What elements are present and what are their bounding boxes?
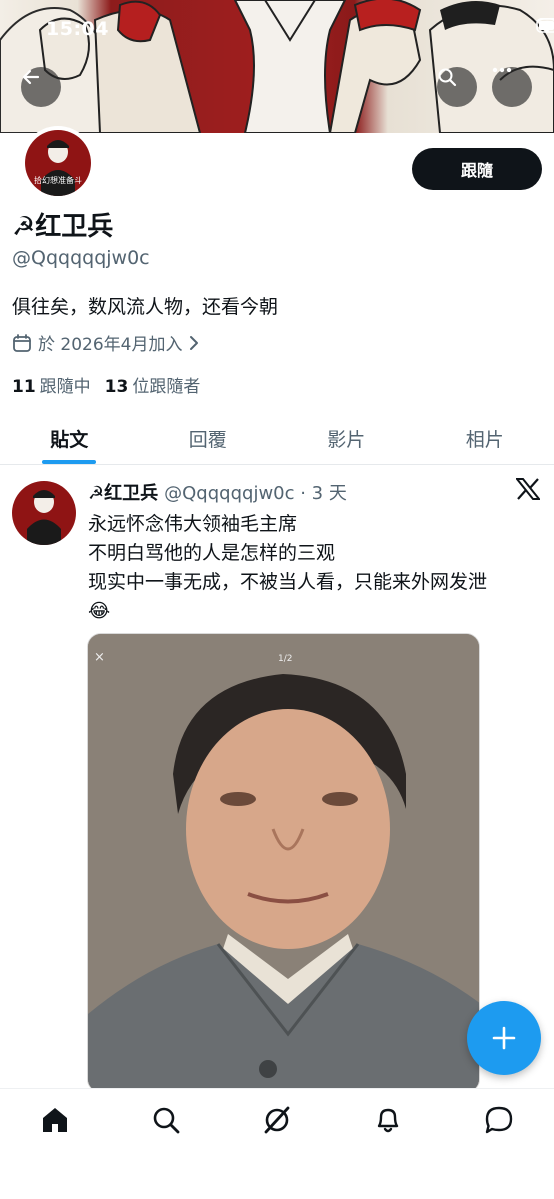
tab-label: 影片	[327, 428, 366, 451]
followers-count: 13	[104, 377, 129, 397]
post-line: 永远怀念伟大领袖毛主席	[88, 513, 298, 535]
nav-search[interactable]	[136, 1105, 196, 1145]
post-header: ☭红卫兵 @Qqqqqqjw0c · 3 天	[88, 479, 347, 505]
post-emoji: 😂	[88, 600, 111, 622]
portrait-photo	[88, 634, 479, 1092]
plus-icon	[492, 1026, 516, 1050]
profile-bio: 俱往矣，数风流人物，还看今朝	[12, 296, 279, 318]
post-image[interactable]: × 1/2	[87, 633, 480, 1093]
following-link[interactable]: 11 跟隨中	[12, 372, 91, 397]
nav-home[interactable]	[25, 1105, 85, 1145]
back-arrow-icon	[22, 69, 40, 85]
tab-label: 相片	[465, 428, 504, 451]
follow-button[interactable]: 跟隨	[412, 148, 542, 190]
nav-messages[interactable]	[469, 1105, 529, 1145]
active-tab-indicator	[42, 460, 97, 464]
bottom-navigation	[0, 1088, 554, 1199]
profile-avatar[interactable]: 拾幻想准备斗	[21, 126, 95, 200]
grok-icon	[264, 1106, 290, 1134]
joined-date[interactable]: 於 2026年4月加入	[12, 330, 200, 355]
post-line: 现实中一事无成，不被当人看，只能来外网发泄	[88, 571, 488, 593]
post-handle-time: @Qqqqqqjw0c · 3 天	[164, 483, 347, 504]
more-options-button[interactable]	[492, 67, 532, 107]
image-counter: 1/2	[278, 654, 293, 664]
following-count: 11	[12, 377, 36, 397]
joined-text: 於 2026年4月加入	[38, 335, 183, 355]
tab-photos[interactable]: 相片	[416, 412, 554, 464]
tab-replies[interactable]: 回覆	[139, 412, 278, 464]
tab-posts[interactable]: 貼文	[0, 412, 139, 464]
post-author-avatar[interactable]	[12, 481, 76, 545]
profile-tabs: 貼文 回覆 影片 相片	[0, 412, 554, 465]
search-icon	[438, 68, 457, 87]
home-icon	[43, 1108, 68, 1132]
calendar-icon	[13, 333, 31, 352]
compose-button[interactable]	[467, 1001, 541, 1075]
profile-display-name: ☭红卫兵	[12, 212, 114, 242]
search-icon	[153, 1107, 180, 1134]
battery-icon	[536, 18, 554, 33]
tab-videos[interactable]: 影片	[277, 412, 416, 464]
tab-label: 回覆	[188, 428, 227, 451]
profile-handle: @Qqqqqqjw0c	[12, 247, 150, 269]
avatar-portrait	[41, 140, 75, 196]
search-button[interactable]	[437, 67, 477, 107]
post-text: 永远怀念伟大领袖毛主席 不明白骂他的人是怎样的三观 现实中一事无成，不被当人看，…	[88, 510, 487, 626]
avatar-caption: 拾幻想准备斗	[34, 176, 82, 185]
messages-icon	[485, 1106, 512, 1134]
post-line: 不明白骂他的人是怎样的三观	[88, 542, 336, 564]
nav-notifications[interactable]	[358, 1105, 418, 1145]
more-dots-icon	[492, 67, 512, 73]
x-logo-icon	[516, 478, 540, 500]
nav-grok[interactable]	[247, 1105, 307, 1145]
profile-banner: 15:04	[0, 0, 554, 133]
tab-label: 貼文	[50, 428, 89, 451]
followers-link[interactable]: 13 位跟隨者	[105, 372, 201, 397]
post-author-name[interactable]: ☭红卫兵	[88, 479, 158, 505]
followers-label: 位跟隨者	[132, 377, 201, 397]
avatar-portrait	[27, 490, 61, 545]
chevron-right-icon	[190, 335, 199, 350]
avatar-image: 拾幻想准备斗	[25, 130, 91, 196]
notifications-icon	[377, 1108, 398, 1133]
status-time: 15:04	[46, 18, 109, 40]
follow-stats: 11 跟隨中 13 位跟隨者	[12, 372, 200, 397]
back-button[interactable]	[21, 67, 61, 107]
image-close-icon[interactable]: ×	[94, 650, 105, 665]
following-label: 跟隨中	[39, 377, 91, 397]
